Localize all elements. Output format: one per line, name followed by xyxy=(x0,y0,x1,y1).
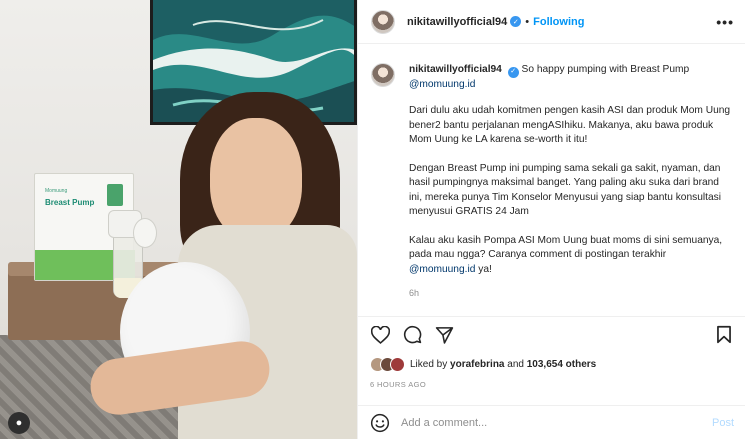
caption-suffix: ya! xyxy=(475,263,492,275)
likes-row: Liked by yorafebrina and 103,654 others xyxy=(370,354,740,374)
caption-avatar[interactable] xyxy=(371,63,395,87)
comment-icon[interactable] xyxy=(402,325,422,345)
following-button[interactable]: Following xyxy=(533,16,584,28)
box-logo xyxy=(107,184,123,206)
comment-input[interactable] xyxy=(401,416,691,429)
box-title: Breast Pump xyxy=(45,198,95,207)
bookmark-icon[interactable] xyxy=(714,325,734,345)
woman-face xyxy=(210,118,302,240)
caption-timestamp[interactable]: 6h xyxy=(409,286,733,301)
liker-avatar-3[interactable] xyxy=(390,356,405,372)
caption-paragraph-3: Kalau aku kasih Pompa ASI Mom Uung buat … xyxy=(409,234,723,261)
comment-bar: Post xyxy=(358,405,745,439)
caption-mention[interactable]: @momuung.id xyxy=(409,79,475,90)
action-bar xyxy=(358,316,745,352)
box-brand: Momuung xyxy=(45,188,68,194)
header-username[interactable]: nikitawillyofficial94 xyxy=(407,16,507,28)
post-side-panel: nikitawillyofficial94 ✓ • Following ••• … xyxy=(357,0,745,439)
share-icon[interactable] xyxy=(434,325,454,345)
caption-mention-2[interactable]: @momuung.id xyxy=(409,264,475,275)
likes-text: Liked by yorafebrina and 103,654 others xyxy=(410,359,596,370)
post-time-ago[interactable]: 6 HOURS AGO xyxy=(370,380,426,389)
emoji-icon[interactable] xyxy=(370,413,390,433)
caption-username[interactable]: nikitawillyofficial94 xyxy=(409,64,502,75)
likes-and: and xyxy=(504,358,527,370)
avatar[interactable] xyxy=(371,9,395,34)
caption-verified-badge-icon: ✓ xyxy=(507,66,519,78)
header-separator: • xyxy=(525,15,530,28)
caption-paragraph-2: Dengan Breast Pump ini pumping sama seka… xyxy=(409,162,722,218)
caption: nikitawillyofficial94 ✓ So happy pumping… xyxy=(358,44,745,314)
post-photo[interactable]: Momuung Breast Pump ● xyxy=(0,0,357,439)
more-options-icon[interactable]: ••• xyxy=(716,14,734,30)
verified-badge-icon: ✓ xyxy=(510,16,522,27)
likes-user[interactable]: yorafebrina xyxy=(450,359,504,370)
likes-prefix: Liked by xyxy=(410,358,451,370)
post-header: nikitawillyofficial94 ✓ • Following ••• xyxy=(358,0,745,44)
heart-icon[interactable] xyxy=(370,325,390,345)
likes-count[interactable]: 103,654 others xyxy=(527,359,597,370)
post-comment-button[interactable]: Post xyxy=(712,417,734,429)
caption-paragraph-1: Dari dulu aku udah komitmen pengen kasih… xyxy=(409,105,731,146)
user-tags-icon[interactable]: ● xyxy=(8,412,30,434)
caption-text: nikitawillyofficial94 ✓ So happy pumping… xyxy=(409,63,733,314)
pump-flange xyxy=(133,218,157,248)
caption-first-line: So happy pumping with Breast Pump xyxy=(521,64,690,75)
